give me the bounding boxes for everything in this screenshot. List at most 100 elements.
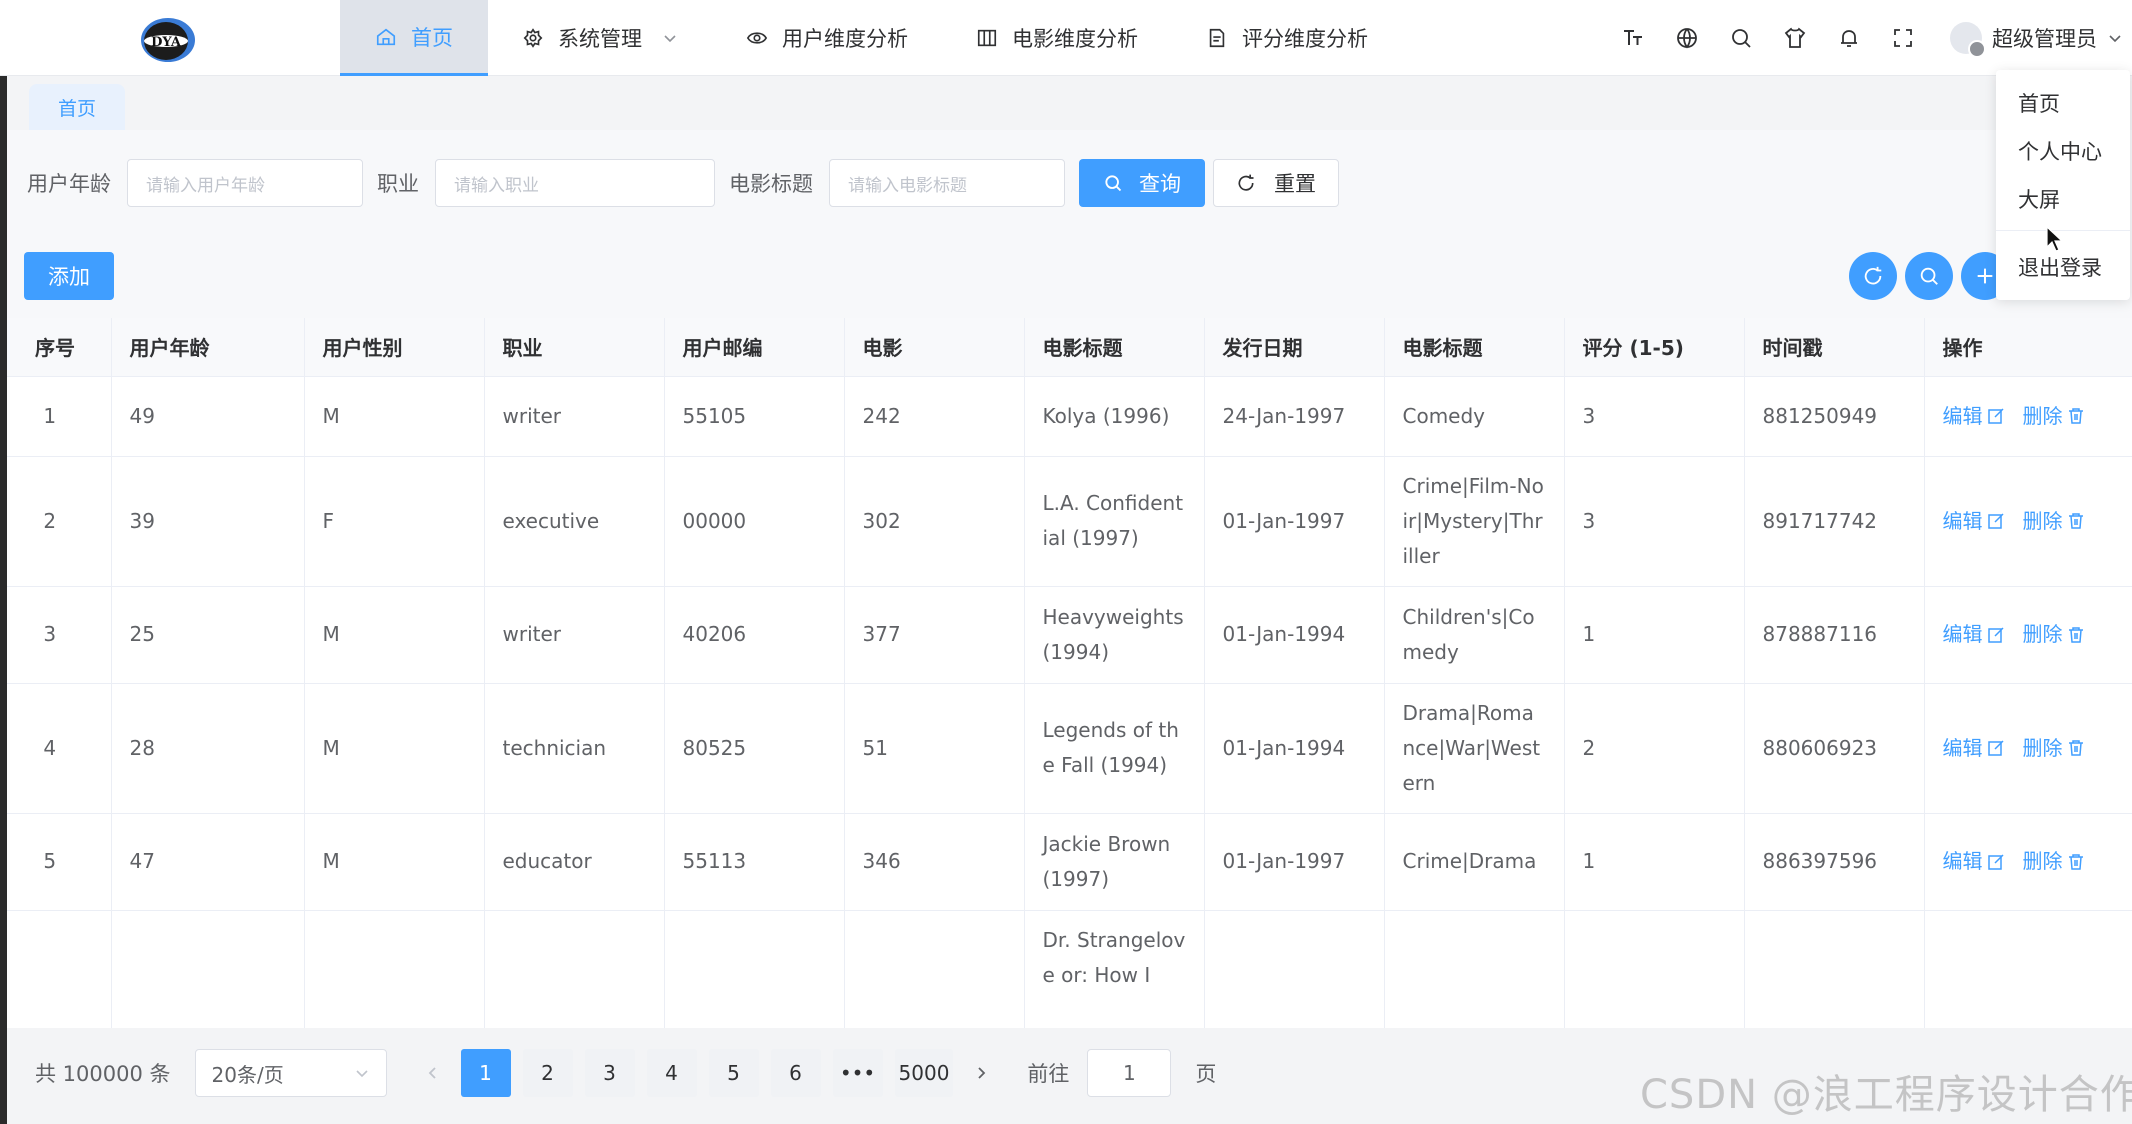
page-button[interactable]: 2 (522, 1049, 573, 1097)
trash-icon (2068, 740, 2083, 756)
table-toolbar (1849, 252, 2009, 300)
movie-title-input[interactable]: 请输入电影标题 (829, 159, 1065, 207)
cell-zipcode: 80525 (664, 683, 845, 814)
cell-zipcode (664, 910, 845, 1028)
delete-label: 删除 (2022, 849, 2063, 873)
menu-item-profile[interactable]: 个人中心 (2018, 136, 2102, 166)
edit-icon (1987, 513, 2004, 529)
col-user-gender: 用户性别 (304, 318, 485, 377)
cell-user-gender: F (304, 456, 485, 587)
toggle-search-button[interactable] (1905, 252, 1953, 300)
shirt-icon[interactable] (1782, 25, 1808, 51)
bell-icon[interactable] (1836, 25, 1862, 51)
page-list: 1 2 3 4 5 6 ••• 5000 (455, 1049, 960, 1097)
page-button[interactable]: 4 (646, 1049, 697, 1097)
prev-page-button[interactable] (411, 1049, 455, 1097)
gear-icon (523, 28, 543, 48)
cell-rating: 3 (1564, 376, 1745, 457)
nav-rating-analysis[interactable]: 评分维度分析 (1172, 0, 1402, 76)
cell-zipcode: 40206 (664, 586, 845, 684)
nav-home[interactable]: 首页 (340, 0, 488, 76)
delete-button[interactable]: 删除 (2023, 504, 2085, 539)
cell-movie-title: Heavyweights (1994) (1024, 586, 1205, 684)
cell-release-date: 01-Jan-1994 (1204, 683, 1385, 814)
nav-movie-analysis[interactable]: 电影维度分析 (942, 0, 1172, 76)
reset-button[interactable]: 重置 (1213, 159, 1339, 207)
col-movie: 电影 (844, 318, 1025, 377)
cell-user-gender: M (304, 376, 485, 457)
movie-title-label: 电影标题 (729, 172, 813, 196)
chevron-left-icon (428, 1067, 436, 1079)
cell-user-age: 49 (111, 376, 305, 457)
nav-home-label: 首页 (411, 25, 453, 50)
nav-system-management[interactable]: 系统管理 (488, 0, 712, 76)
app-logo[interactable]: DYA (138, 14, 198, 64)
cell-occupation (484, 910, 665, 1028)
goto-page-input[interactable]: 1 (1087, 1049, 1172, 1097)
page-more-button[interactable]: ••• (832, 1049, 883, 1097)
tab-home[interactable]: 首页 (29, 84, 125, 130)
table-row: 4 28 Mtechnician 80525 51 Legends of the Fall… (7, 683, 2132, 814)
page-button[interactable]: 1 (460, 1049, 511, 1097)
delete-label: 删除 (2022, 403, 2063, 428)
page-size-value: 20条/页 (211, 1062, 284, 1087)
fullscreen-icon[interactable] (1890, 25, 1916, 51)
chevron-down-icon (664, 35, 676, 43)
edit-icon (1987, 740, 2004, 756)
user-menu-trigger[interactable]: 超级管理员 (1950, 0, 2123, 76)
trash-icon (2068, 853, 2083, 870)
cell-movie-title: Dr. Strangelove or: How I (1024, 910, 1205, 1028)
search-icon[interactable] (1728, 25, 1754, 51)
refresh-table-button[interactable] (1849, 252, 1897, 300)
trash-icon (2068, 626, 2083, 643)
edit-button[interactable]: 编辑 (1943, 731, 2005, 766)
nav-user-analysis[interactable]: 用户维度分析 (712, 0, 942, 76)
edit-button[interactable]: 编辑 (1943, 844, 2005, 879)
cell-movie-genre: Children's|Comedy (1384, 586, 1565, 684)
delete-button[interactable]: 删除 (2023, 731, 2085, 766)
globe-icon[interactable] (1674, 25, 1700, 51)
nav-rating-analysis-label: 评分维度分析 (1242, 27, 1368, 51)
page-button[interactable]: 5 (708, 1049, 759, 1097)
trash-icon (2068, 408, 2083, 424)
page-size-select[interactable]: 20条/页 (194, 1049, 387, 1097)
cell-user-gender (304, 910, 485, 1028)
cell-movie-genre: Crime|Drama (1384, 813, 1565, 911)
next-page-button[interactable] (959, 1049, 1003, 1097)
total-count: 共 100000 条 (35, 1062, 171, 1086)
col-index: 序号 (7, 318, 112, 377)
page-button[interactable]: 5000 (894, 1049, 954, 1097)
occupation-input[interactable]: 请输入职业 (435, 159, 715, 207)
cell-movie: 377 (844, 586, 1025, 684)
edit-button[interactable]: 编辑 (1943, 617, 2005, 652)
menu-item-home[interactable]: 首页 (2018, 88, 2060, 118)
delete-button[interactable]: 删除 (2023, 617, 2085, 652)
cell-index: 3 (7, 586, 112, 684)
user-dropdown-menu: 首页 个人中心 大屏 退出登录 (1996, 70, 2130, 300)
refresh-icon (1864, 266, 1882, 285)
col-user-age: 用户年龄 (111, 318, 305, 377)
cell-occupation: writer (484, 586, 665, 684)
query-button[interactable]: 查询 (1079, 159, 1205, 207)
menu-item-big-screen[interactable]: 大屏 (2018, 184, 2060, 214)
cell-rating: 2 (1564, 683, 1745, 814)
occupation-label: 职业 (377, 172, 419, 196)
age-input[interactable]: 请输入用户年龄 (127, 159, 363, 207)
edit-button[interactable]: 编辑 (1943, 399, 2005, 434)
menu-item-logout[interactable]: 退出登录 (2018, 252, 2102, 282)
page-suffix: 页 (1195, 1062, 1217, 1086)
cell-index: 5 (7, 813, 112, 911)
cell-actions: 编辑 删除 (1924, 683, 2132, 814)
search-form: 用户年龄 请输入用户年龄 职业 请输入职业 电影标题 请输入电影标题 查询 重置 (27, 158, 1339, 208)
page-button[interactable]: 6 (770, 1049, 821, 1097)
cell-actions: 编辑 删除 (1924, 586, 2132, 684)
edit-button[interactable]: 编辑 (1943, 504, 2005, 539)
page-button[interactable]: 3 (584, 1049, 635, 1097)
table-row: 2 39 Fexecutive 00000 302 L.A. Confidential (… (7, 456, 2132, 587)
delete-button[interactable]: 删除 (2023, 399, 2085, 434)
delete-button[interactable]: 删除 (2023, 844, 2085, 879)
table-row: 3 25 Mwriter 40206 377 Heavyweights (1994) 01-… (7, 586, 2132, 684)
cell-actions: 编辑 删除 (1924, 813, 2132, 911)
add-button[interactable]: 添加 (24, 252, 114, 300)
font-size-icon[interactable] (1620, 25, 1646, 51)
